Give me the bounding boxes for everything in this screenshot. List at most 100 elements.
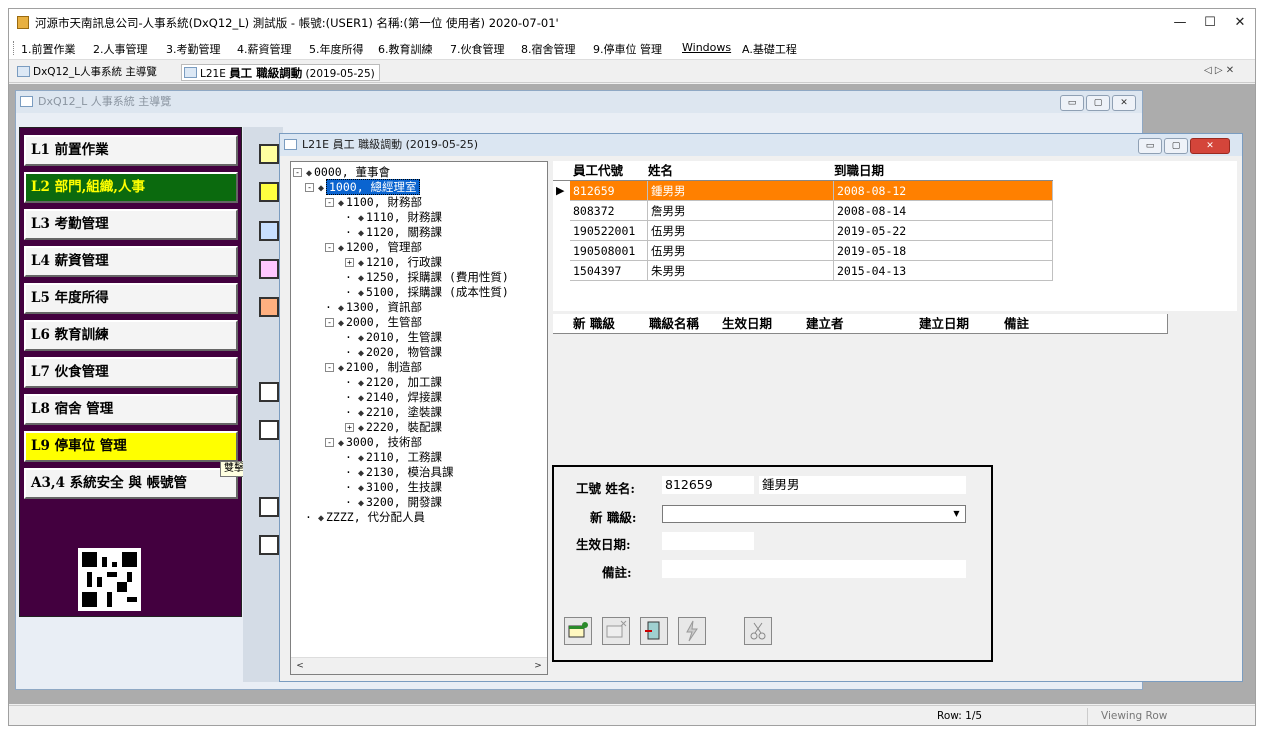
expand-icon[interactable]: + xyxy=(345,258,354,267)
minimize-button[interactable]: — xyxy=(1167,13,1193,33)
menu-windows[interactable]: Windows xyxy=(682,41,731,54)
tree-node[interactable]: · ◆ 5100, 採購課 (成本性質) xyxy=(345,284,509,300)
tree-node[interactable]: - ◆ 0000, 董事會 xyxy=(293,164,390,180)
scroll-right-icon[interactable]: > xyxy=(531,661,545,673)
collapse-icon[interactable]: - xyxy=(325,363,334,372)
tree-node[interactable]: · ◆ 3200, 開發課 xyxy=(345,494,442,510)
col-effective-date[interactable]: 生效日期 xyxy=(722,314,772,334)
menu-parking[interactable]: 9.停車位 管理 xyxy=(593,41,662,57)
new-grade-select[interactable] xyxy=(662,505,966,523)
delete-record-button[interactable] xyxy=(602,617,630,645)
tree-node[interactable]: - ◆ 3000, 技術部 xyxy=(325,434,422,450)
menu-pre-ops[interactable]: 1.前置作業 xyxy=(21,41,76,57)
printer-icon[interactable] xyxy=(259,535,279,555)
nav-close-button[interactable]: ✕ xyxy=(1112,95,1136,111)
module-icon[interactable] xyxy=(259,182,279,202)
nav-button-l8[interactable]: L8 宿舍 管理 xyxy=(24,394,238,425)
job-close-button[interactable]: ✕ xyxy=(1190,138,1230,154)
tab-nav-arrows[interactable]: ◁ ▷ ✕ xyxy=(1204,65,1234,76)
tree-horizontal-scrollbar[interactable]: < > xyxy=(291,657,547,674)
menu-base-eng[interactable]: A.基礎工程 xyxy=(742,41,797,57)
tree-node[interactable]: · ◆ 2210, 塗裝課 xyxy=(345,404,442,420)
tree-node[interactable]: · ◆ 1110, 財務課 xyxy=(345,209,442,225)
nav-restore-button[interactable]: ▢ xyxy=(1086,95,1110,111)
tree-node[interactable]: · ◆ 2110, 工務課 xyxy=(345,449,442,465)
col-emp-id[interactable]: 員工代號 xyxy=(573,161,623,181)
col-grade-name[interactable]: 職級名稱 xyxy=(649,314,699,334)
grade-history-grid[interactable]: 新 職級 職級名稱 生效日期 建立者 建立日期 備註 xyxy=(553,314,1237,464)
tree-node[interactable]: · ◆ 3100, 生技課 xyxy=(345,479,442,495)
execute-button[interactable] xyxy=(678,617,706,645)
collapse-icon[interactable]: - xyxy=(293,168,302,177)
chevron-down-icon[interactable]: ▼ xyxy=(949,507,964,521)
nav-button-a34[interactable]: A3,4 系統安全 與 帳號管 xyxy=(24,468,238,499)
tab-job-transfer[interactable]: L21E 員工 職級調動 (2019-05-25) xyxy=(181,64,380,81)
tree-node[interactable]: - ◆ 1200, 管理部 xyxy=(325,239,422,255)
printer-icon[interactable] xyxy=(259,497,279,517)
scroll-left-icon[interactable]: < xyxy=(293,661,307,673)
module-icon[interactable] xyxy=(259,259,279,279)
tree-node[interactable]: - ◆ 2000, 生管部 xyxy=(325,314,422,330)
tree-node[interactable]: · ◆ 2120, 加工課 xyxy=(345,374,442,390)
effective-date-input[interactable] xyxy=(662,532,754,550)
menu-attendance[interactable]: 3.考勤管理 xyxy=(166,41,221,57)
tree-node[interactable]: · ◆ 1250, 採購課 (費用性質) xyxy=(345,269,509,285)
nav-button-l1[interactable]: L1 前置作業 xyxy=(24,135,238,166)
printer-icon[interactable] xyxy=(259,420,279,440)
col-created-date[interactable]: 建立日期 xyxy=(919,314,969,334)
tree-node[interactable]: · ◆ 2010, 生管課 xyxy=(345,329,442,345)
maximize-button[interactable]: ☐ xyxy=(1197,13,1223,33)
employee-grid[interactable]: 員工代號 姓名 到職日期 ▶ 812659 鍾男男 2008-08-12 808372 詹… xyxy=(553,161,1237,311)
collapse-icon[interactable]: - xyxy=(325,438,334,447)
menu-training[interactable]: 6.教育訓練 xyxy=(378,41,433,57)
tree-node[interactable]: - ◆ 2100, 制造部 xyxy=(325,359,422,375)
tree-node[interactable]: · ◆ 1120, 關務課 xyxy=(345,224,442,240)
tree-node[interactable]: · ◆ 2140, 焊接課 xyxy=(345,389,442,405)
col-name[interactable]: 姓名 xyxy=(648,161,673,181)
tree-node[interactable]: + ◆ 1210, 行政課 xyxy=(345,254,442,270)
collapse-icon[interactable]: - xyxy=(325,318,334,327)
collapse-icon[interactable]: - xyxy=(305,183,314,192)
close-button[interactable]: ✕ xyxy=(1227,13,1253,33)
menu-annual-income[interactable]: 5.年度所得 xyxy=(309,41,364,57)
tab-main-nav[interactable]: DxQ12_L人事系統 主導覽 xyxy=(15,64,157,81)
exit-button[interactable] xyxy=(640,617,668,645)
nav-button-l4[interactable]: L4 薪資管理 xyxy=(24,246,238,277)
tree-node[interactable]: · ◆ ZZZZ, 代分配人員 xyxy=(305,509,425,525)
nav-button-l6[interactable]: L6 教育訓練 xyxy=(24,320,238,351)
expand-icon[interactable]: + xyxy=(345,423,354,432)
menu-hr[interactable]: 2.人事管理 xyxy=(93,41,148,57)
tree-node[interactable]: · ◆ 1300, 資訊部 xyxy=(325,299,422,315)
app-icon xyxy=(17,16,29,29)
nav-minimize-button[interactable]: ▭ xyxy=(1060,95,1084,111)
module-icon[interactable] xyxy=(259,221,279,241)
printer-icon[interactable] xyxy=(259,382,279,402)
col-remark[interactable]: 備註 xyxy=(1004,314,1029,334)
tree-node[interactable]: · ◆ 2130, 模治具課 xyxy=(345,464,454,480)
nav-button-l2[interactable]: L2 部門,組織,人事 xyxy=(24,172,238,203)
col-start-date[interactable]: 到職日期 xyxy=(834,161,884,181)
job-minimize-button[interactable]: ▭ xyxy=(1138,138,1162,154)
nav-button-l7[interactable]: L7 伙食管理 xyxy=(24,357,238,388)
nav-button-l3[interactable]: L3 考勤管理 xyxy=(24,209,238,240)
nav-button-l9[interactable]: L9 停車位 管理 xyxy=(24,431,238,462)
department-tree[interactable]: - ◆ 0000, 董事會 - ◆ 1000, 總經理室 - ◆ 1100, 財務部 · ◆ 1110… xyxy=(290,161,548,675)
nav-button-l5[interactable]: L5 年度所得 xyxy=(24,283,238,314)
tree-node[interactable]: · ◆ 2020, 物管課 xyxy=(345,344,442,360)
collapse-icon[interactable]: - xyxy=(325,198,334,207)
cut-button[interactable] xyxy=(744,617,772,645)
menu-dorm[interactable]: 8.宿舍管理 xyxy=(521,41,576,57)
job-restore-button[interactable]: ▢ xyxy=(1164,138,1188,154)
menu-meals[interactable]: 7.伙食管理 xyxy=(450,41,505,57)
tree-node[interactable]: + ◆ 2220, 裝配課 xyxy=(345,419,442,435)
tree-node[interactable]: - ◆ 1100, 財務部 xyxy=(325,194,422,210)
collapse-icon[interactable]: - xyxy=(325,243,334,252)
add-record-button[interactable] xyxy=(564,617,592,645)
module-icon[interactable] xyxy=(259,144,279,164)
remark-input[interactable] xyxy=(662,560,966,578)
col-new-grade[interactable]: 新 職級 xyxy=(573,314,615,334)
col-created-by[interactable]: 建立者 xyxy=(806,314,844,334)
tree-node[interactable]: - ◆ 1000, 總經理室 xyxy=(305,179,420,195)
module-icon[interactable] xyxy=(259,297,279,317)
menu-payroll[interactable]: 4.薪資管理 xyxy=(237,41,292,57)
